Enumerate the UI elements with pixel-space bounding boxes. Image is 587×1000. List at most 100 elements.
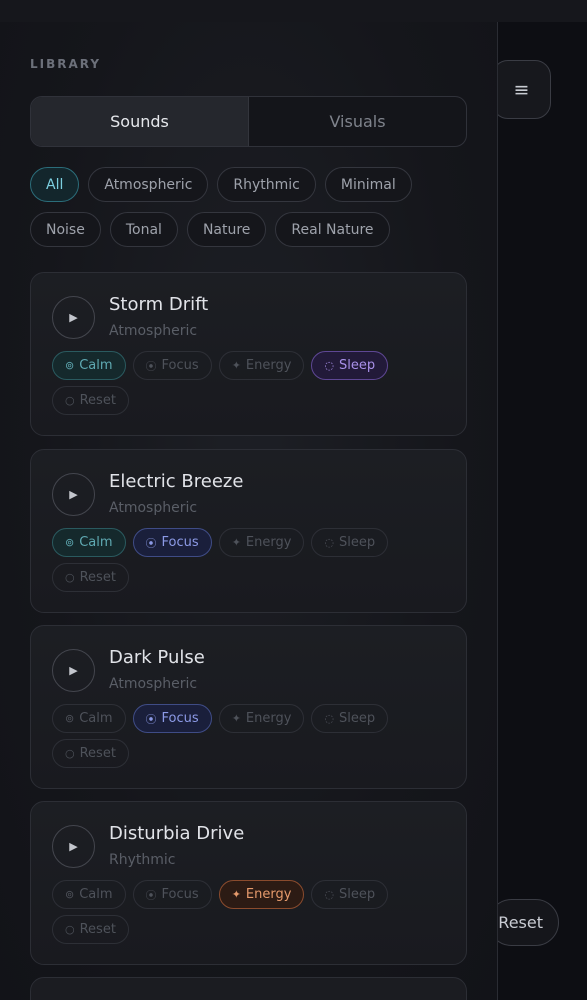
library-panel: LIBRARY Sounds Visuals All Atmospheric R… [0,22,498,1000]
filter-chip-atmospheric[interactable]: Atmospheric [88,167,209,202]
track-genre: Atmospheric [109,323,198,339]
filter-chip-minimal[interactable]: Minimal [324,167,412,202]
play-icon: ▶ [69,311,78,324]
library-tabs: Sounds Visuals [30,96,467,147]
tag-energy[interactable]: ✦ Energy [218,528,305,557]
track-title: Dark Pulse [109,647,205,668]
reset-icon: ○ [65,923,75,936]
top-bar [0,0,587,22]
tag-calm[interactable]: ⊚ Calm [52,704,126,733]
tag-reset[interactable]: ○ Reset [52,563,129,592]
play-icon: ▶ [69,664,78,677]
track-card[interactable]: ▶ Disturbia Drive Rhythmic ⊚ Calm ⦿ Focus … [30,801,467,965]
tab-visuals[interactable]: Visuals [249,97,466,146]
track-card[interactable]: ▶ Storm Drift Atmospheric ⊚ Calm ⦿ Focus ✦… [30,272,467,436]
filter-chip-tonal[interactable]: Tonal [109,212,178,247]
track-genre: Atmospheric [109,500,198,516]
tag-focus[interactable]: ⦿ Focus [132,880,212,909]
track-card-partial[interactable] [30,977,467,1000]
library-title: LIBRARY [30,57,102,71]
tag-focus[interactable]: ⦿ Focus [132,528,212,557]
tag-reset-label: Reset [79,746,116,761]
tag-energy-label: Energy [245,535,292,550]
mood-tags: ⊚ Calm ⦿ Focus ✦ Energy ◌ Sleep ○ Reset [52,351,432,415]
tag-calm[interactable]: ⊚ Calm [52,528,126,557]
track-title: Electric Breeze [109,471,244,492]
tag-calm-label: Calm [79,358,113,373]
tag-reset[interactable]: ○ Reset [52,386,129,415]
tag-calm[interactable]: ⊚ Calm [52,880,126,909]
tag-focus-label: Focus [161,535,199,550]
play-button[interactable]: ▶ [52,825,95,868]
reset-icon: ○ [65,571,75,584]
tag-focus[interactable]: ⦿ Focus [132,351,212,380]
energy-icon: ✦ [231,712,241,725]
category-filters: All Atmospheric Rhythmic Minimal Noise T… [30,167,470,247]
sleep-icon: ◌ [324,536,335,549]
tag-focus[interactable]: ⦿ Focus [132,704,212,733]
tag-sleep-label: Sleep [339,358,376,373]
play-button[interactable]: ▶ [52,296,95,339]
focus-icon: ⦿ [145,712,157,726]
tag-focus-label: Focus [161,358,199,373]
tag-reset[interactable]: ○ Reset [52,739,129,768]
play-icon: ▶ [69,840,78,853]
filter-chip-all[interactable]: All [30,167,80,202]
calm-icon: ⊚ [65,359,75,372]
filter-chip-rhythmic[interactable]: Rhythmic [217,167,316,202]
tag-energy[interactable]: ✦ Energy [218,704,305,733]
filter-chip-nature[interactable]: Nature [186,212,267,247]
tag-sleep[interactable]: ◌ Sleep [311,351,389,380]
reset-button-label: Reset [498,913,543,932]
sleep-icon: ◌ [324,712,335,725]
sleep-icon: ◌ [324,359,335,372]
focus-icon: ⦿ [145,888,157,902]
filter-chip-noise[interactable]: Noise [30,212,101,247]
tag-energy-label: Energy [245,887,292,902]
tag-sleep-label: Sleep [339,887,376,902]
tag-calm-label: Calm [79,535,113,550]
mood-tags: ⊚ Calm ⦿ Focus ✦ Energy ◌ Sleep ○ Reset [52,528,432,592]
play-icon: ▶ [69,488,78,501]
calm-icon: ⊚ [65,712,75,725]
tag-sleep-label: Sleep [339,711,376,726]
tab-sounds[interactable]: Sounds [31,97,249,146]
track-title: Storm Drift [109,294,209,315]
tag-energy[interactable]: ✦ Energy [218,880,305,909]
tag-sleep[interactable]: ◌ Sleep [311,880,389,909]
sleep-icon: ◌ [324,888,335,901]
tag-calm-label: Calm [79,711,113,726]
tag-energy[interactable]: ✦ Energy [218,351,305,380]
play-button[interactable]: ▶ [52,649,95,692]
track-title: Disturbia Drive [109,823,245,844]
energy-icon: ✦ [231,888,241,901]
tag-calm[interactable]: ⊚ Calm [52,351,126,380]
track-card[interactable]: ▶ Electric Breeze Atmospheric ⊚ Calm ⦿ Foc… [30,449,467,613]
tag-sleep[interactable]: ◌ Sleep [311,704,389,733]
mood-tags: ⊚ Calm ⦿ Focus ✦ Energy ◌ Sleep ○ Reset [52,704,432,768]
reset-icon: ○ [65,747,75,760]
calm-icon: ⊚ [65,888,75,901]
main-area [498,22,587,1000]
tag-reset-label: Reset [79,922,116,937]
track-card[interactable]: ▶ Dark Pulse Atmospheric ⊚ Calm ⦿ Focus ✦ E… [30,625,467,789]
reset-icon: ○ [65,394,75,407]
tag-reset-label: Reset [79,393,116,408]
mood-tags: ⊚ Calm ⦿ Focus ✦ Energy ◌ Sleep ○ Reset [52,880,432,944]
tag-energy-label: Energy [245,358,292,373]
menu-icon: ≡ [513,78,530,101]
menu-button[interactable]: ≡ [492,60,551,119]
focus-icon: ⦿ [145,536,157,550]
focus-icon: ⦿ [145,359,157,373]
tag-sleep[interactable]: ◌ Sleep [311,528,389,557]
tag-focus-label: Focus [161,887,199,902]
energy-icon: ✦ [231,536,241,549]
tag-energy-label: Energy [245,711,292,726]
calm-icon: ⊚ [65,536,75,549]
filter-chip-real-nature[interactable]: Real Nature [275,212,390,247]
reset-button[interactable]: Reset [488,899,559,946]
energy-icon: ✦ [231,359,241,372]
play-button[interactable]: ▶ [52,473,95,516]
tag-focus-label: Focus [161,711,199,726]
tag-reset[interactable]: ○ Reset [52,915,129,944]
